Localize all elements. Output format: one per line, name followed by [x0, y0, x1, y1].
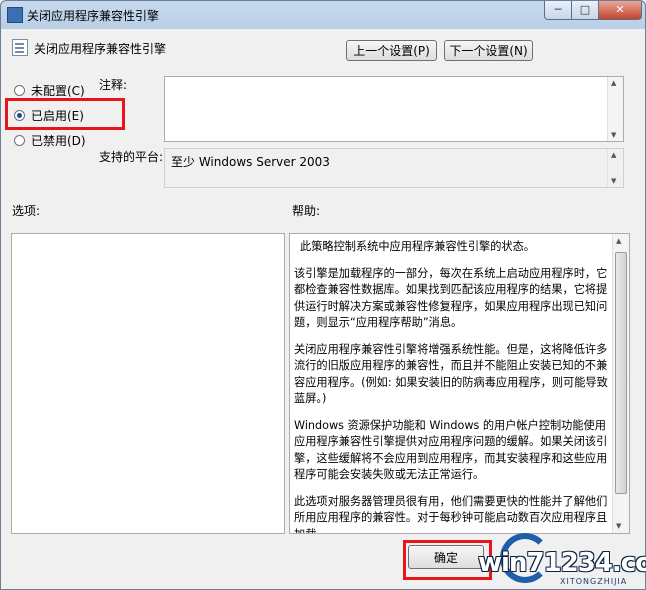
policy-setting-icon	[12, 39, 28, 56]
options-label: 选项:	[12, 204, 41, 218]
options-panel	[11, 233, 285, 534]
minimize-button[interactable]: ─	[544, 1, 572, 20]
radio-disabled[interactable]: 已禁用(D)	[14, 132, 86, 149]
previous-setting-button[interactable]: 上一个设置(P)	[346, 40, 437, 61]
help-scrollbar[interactable]: ▲ ▼	[612, 234, 629, 533]
help-paragraph: 该引擎是加载程序的一部分，每次在系统上启动应用程序时，它都检查兼容性数据库。如果…	[294, 266, 608, 330]
help-panel: 此策略控制系统中应用程序兼容性引擎的状态。 该引擎是加载程序的一部分，每次在系统…	[289, 233, 630, 534]
radio-not-configured[interactable]: 未配置(C)	[14, 82, 85, 99]
maximize-button[interactable]: □	[571, 1, 599, 20]
platform-value: 至少 Windows Server 2003	[171, 155, 330, 169]
scroll-up-arrow-icon[interactable]: ▲	[611, 79, 616, 87]
radio-label: 未配置(C)	[31, 84, 85, 98]
scroll-down-arrow-icon[interactable]: ▼	[611, 131, 616, 139]
scroll-up-arrow-icon[interactable]: ▲	[616, 237, 621, 245]
comment-label: 注释:	[99, 78, 128, 92]
close-button[interactable]: ✕	[598, 1, 642, 20]
radio-label: 已禁用(D)	[31, 134, 86, 148]
highlight-box-enabled	[5, 98, 125, 130]
comment-scrollbar[interactable]: ▲ ▼	[607, 77, 623, 141]
help-label: 帮助:	[292, 204, 321, 218]
policy-name: 关闭应用程序兼容性引擎	[34, 42, 167, 56]
help-paragraph: 此策略控制系统中应用程序兼容性引擎的状态。	[300, 240, 535, 253]
help-text: 此策略控制系统中应用程序兼容性引擎的状态。 该引擎是加载程序的一部分，每次在系统…	[294, 239, 612, 534]
scrollbar-thumb[interactable]	[615, 252, 627, 494]
platform-field: 至少 Windows Server 2003 ▲ ▼	[164, 148, 624, 188]
platform-label: 支持的平台:	[99, 150, 164, 164]
comment-textarea[interactable]: ▲ ▼	[164, 76, 624, 142]
scroll-down-arrow-icon[interactable]: ▼	[616, 522, 621, 530]
watermark-subtext: XITONGZHIJIA	[560, 577, 628, 586]
scroll-up-arrow-icon[interactable]: ▲	[611, 151, 616, 159]
help-paragraph: 此选项对服务器管理员很有用，他们需要更快的性能并了解他们所用应用程序的兼容性。对…	[294, 494, 608, 534]
radio-icon	[14, 85, 25, 96]
platform-scrollbar[interactable]: ▲ ▼	[607, 149, 623, 187]
window-title: 关闭应用程序兼容性引擎	[27, 9, 160, 23]
policy-app-icon	[7, 7, 23, 23]
help-paragraph: Windows 资源保护功能和 Windows 的用户帐户控制功能使用应用程序兼…	[294, 418, 608, 482]
scroll-down-arrow-icon[interactable]: ▼	[611, 177, 616, 185]
watermark-text: win71234.com	[478, 548, 646, 578]
title-bar: 关闭应用程序兼容性引擎 ─ □ ✕	[1, 1, 645, 29]
radio-icon	[14, 135, 25, 146]
next-setting-button[interactable]: 下一个设置(N)	[444, 40, 533, 61]
help-paragraph: 关闭应用程序兼容性引擎将增强系统性能。但是，这将降低许多流行的旧版应用程序的兼容…	[294, 342, 608, 406]
